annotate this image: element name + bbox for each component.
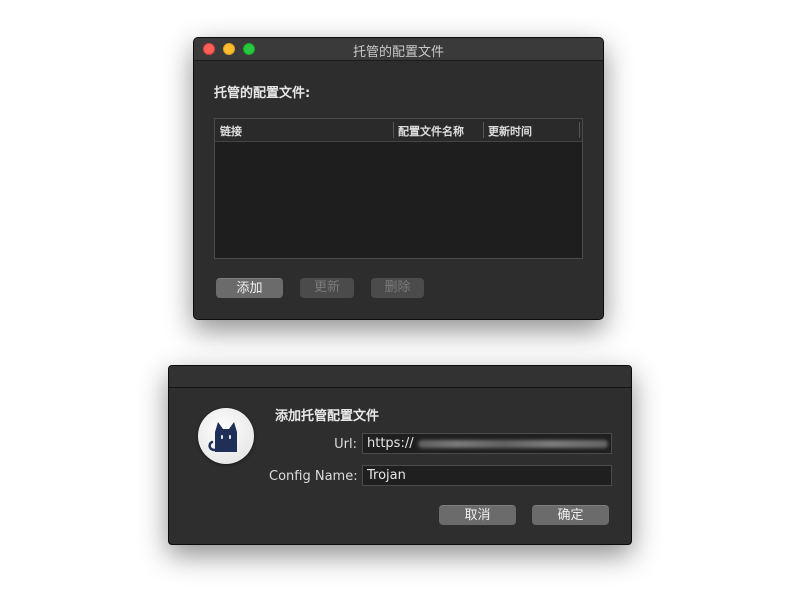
clash-cat-icon xyxy=(198,408,254,464)
add-config-dialog: 添加托管配置文件 Url: https:// Config Name: Troj… xyxy=(168,365,632,545)
section-heading: 托管的配置文件: xyxy=(214,86,311,101)
column-divider[interactable] xyxy=(393,122,394,138)
hosted-config-table[interactable]: 链接 配置文件名称 更新时间 xyxy=(214,118,583,259)
delete-button[interactable]: 删除 xyxy=(371,278,424,298)
ok-button[interactable]: 确定 xyxy=(532,505,609,525)
url-input[interactable]: https:// xyxy=(362,433,612,454)
cancel-button[interactable]: 取消 xyxy=(439,505,516,525)
dialog-title: 添加托管配置文件 xyxy=(275,409,380,424)
column-divider[interactable] xyxy=(483,122,484,138)
window-title: 托管的配置文件 xyxy=(352,45,444,60)
redacted-url-text xyxy=(417,439,608,448)
table-header: 链接 配置文件名称 更新时间 xyxy=(215,119,582,142)
url-label: Url: xyxy=(334,437,357,452)
config-name-input[interactable]: Trojan xyxy=(362,465,612,486)
hosted-config-window: 托管的配置文件 托管的配置文件: 链接 配置文件名称 更新时间 添加 更新 删除 xyxy=(193,37,604,320)
update-button[interactable]: 更新 xyxy=(300,278,354,298)
column-divider[interactable] xyxy=(579,122,580,138)
config-name-label: Config Name: xyxy=(269,469,358,484)
url-value: https:// xyxy=(367,436,414,451)
add-button[interactable]: 添加 xyxy=(216,278,283,298)
dialog-top-bar xyxy=(169,366,631,388)
title-bar[interactable]: 托管的配置文件 xyxy=(194,38,603,61)
column-header-update-time[interactable]: 更新时间 xyxy=(488,123,532,139)
column-header-config-name[interactable]: 配置文件名称 xyxy=(398,123,464,139)
column-header-link[interactable]: 链接 xyxy=(220,123,242,139)
